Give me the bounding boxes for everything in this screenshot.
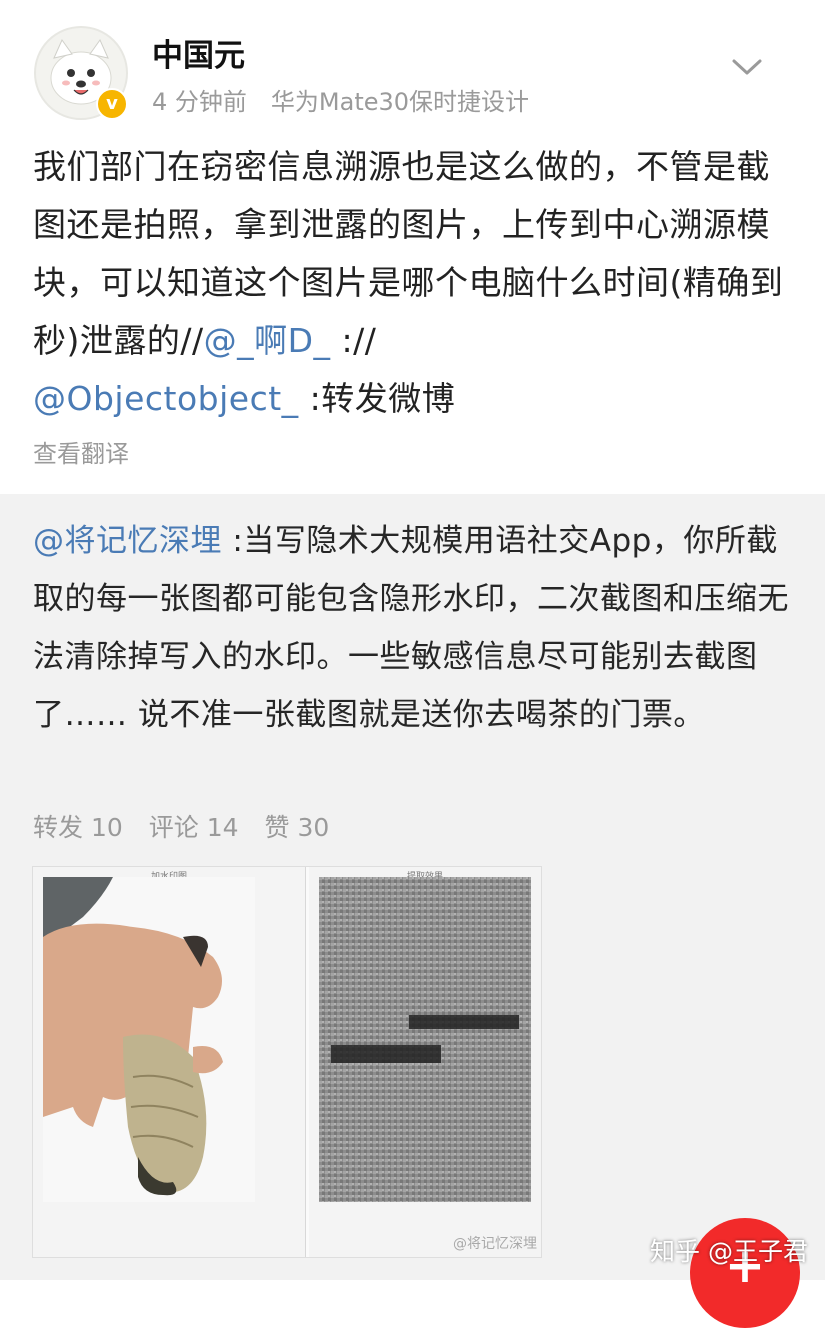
mention-separator: :// [330,321,377,360]
extracted-watermark-photo [319,877,531,1202]
chevron-down-icon[interactable] [730,56,764,78]
post-body-tail: :转发微博 [298,379,456,418]
repost-count[interactable]: 转发 10 [33,813,123,842]
mention-link[interactable]: @_啊D_ [204,321,331,360]
post-header: v 中国元 4 分钟前 华为Mate30保时捷设计 [0,0,825,130]
site-watermark: 知乎 @王子君 [650,1237,808,1266]
image-panel-original: 加水印图 [33,867,306,1257]
repost-text: @将记忆深埋 :当写隐术大规模用语社交App，你所截取的每一张图都可能包含隐形水… [33,512,803,744]
repost-stats: 转发 10 评论 14 赞 30 [33,808,355,844]
image-watermark: @将记忆深埋 [453,1236,537,1252]
verified-badge-icon: v [96,88,128,120]
post-body: 我们部门在窃密信息溯源也是这么做的，不管是截图还是拍照，拿到泄露的图片，上传到中… [33,138,793,428]
username[interactable]: 中国元 [152,30,245,75]
repost-author-mention[interactable]: @将记忆深埋 [33,523,222,559]
translate-link[interactable]: 查看翻译 [33,434,129,469]
image-panel-extracted: 提取效果 [309,867,541,1257]
post-body-text: 我们部门在窃密信息溯源也是这么做的，不管是截图还是拍照，拿到泄露的图片，上传到中… [33,147,784,360]
post-time: 4 分钟前 [152,88,247,116]
comment-count[interactable]: 评论 14 [149,813,239,842]
hand-holding-fish-photo [43,877,255,1202]
repost-card[interactable]: @将记忆深埋 :当写隐术大规模用语社交App，你所截取的每一张图都可能包含隐形水… [0,494,825,1280]
mention-link[interactable]: @Objectobject_ [33,379,299,418]
post-meta: 4 分钟前 华为Mate30保时捷设计 [152,82,529,117]
repost-image[interactable]: 加水印图 提取效果 [32,866,542,1258]
post-device: 华为Mate30保时捷设计 [270,88,530,116]
like-count[interactable]: 赞 30 [265,813,330,842]
